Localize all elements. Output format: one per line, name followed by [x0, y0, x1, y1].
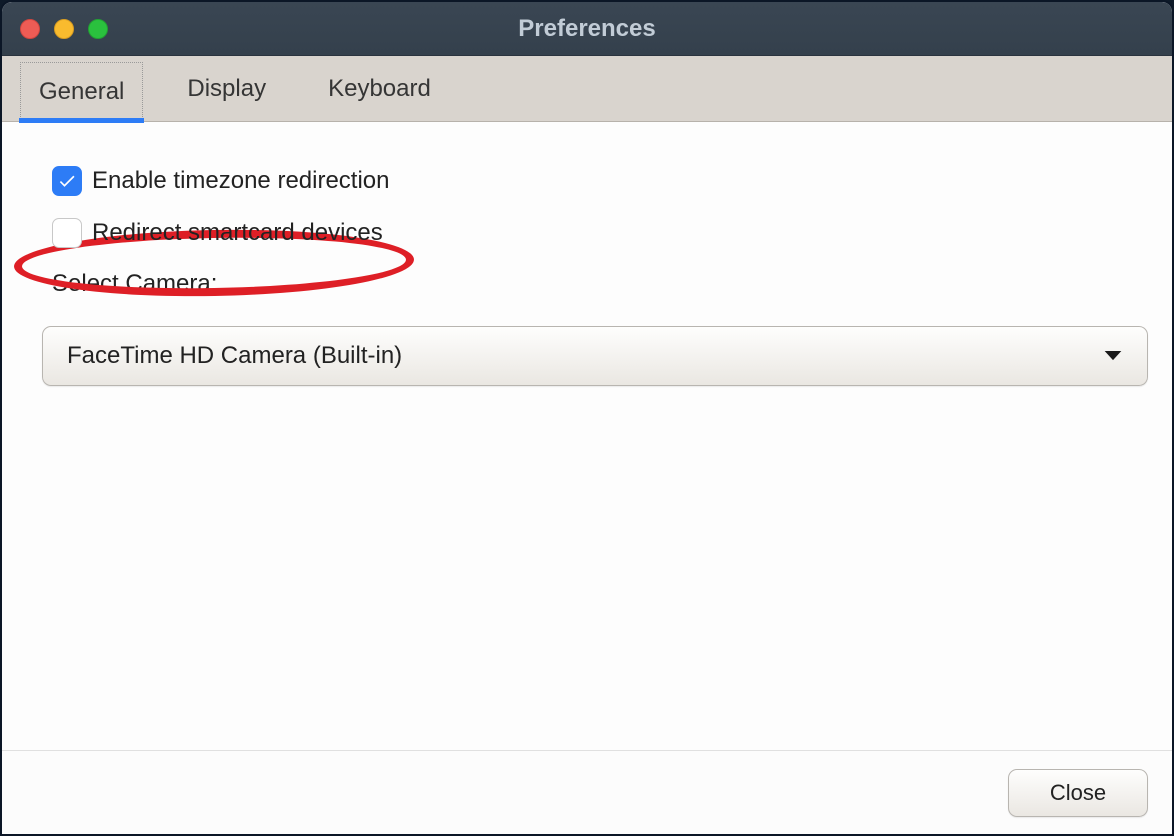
camera-dropdown[interactable]: FaceTime HD Camera (Built-in) [42, 326, 1148, 386]
tab-keyboard[interactable]: Keyboard [310, 56, 449, 121]
tab-bar: General Display Keyboard [2, 56, 1172, 122]
button-label: Close [1050, 780, 1106, 806]
tab-label: General [39, 78, 124, 106]
maximize-window-button[interactable] [88, 19, 108, 39]
option-enable-timezone-redirection[interactable]: Enable timezone redirection [52, 166, 1138, 196]
checkmark-icon [57, 171, 77, 191]
checkbox-label: Redirect smartcard devices [92, 219, 383, 247]
tab-label: Display [187, 75, 266, 103]
tab-display[interactable]: Display [169, 56, 284, 121]
dialog-footer: Close [2, 750, 1172, 834]
dropdown-selected-value: FaceTime HD Camera (Built-in) [67, 342, 402, 370]
checkbox-label: Enable timezone redirection [92, 167, 390, 195]
window-title: Preferences [2, 15, 1172, 43]
checkbox-smartcard[interactable] [52, 218, 82, 248]
checkbox-timezone[interactable] [52, 166, 82, 196]
close-button[interactable]: Close [1008, 769, 1148, 817]
tab-general[interactable]: General [20, 62, 143, 121]
chevron-down-icon [1103, 342, 1123, 370]
titlebar: Preferences [2, 2, 1172, 56]
tab-content-general: Enable timezone redirection Redirect sma… [2, 122, 1172, 750]
option-redirect-smartcard-devices[interactable]: Redirect smartcard devices [52, 218, 1138, 248]
minimize-window-button[interactable] [54, 19, 74, 39]
window-controls [2, 19, 108, 39]
tab-label: Keyboard [328, 75, 431, 103]
select-camera-label: Select Camera: [52, 270, 1138, 298]
close-window-button[interactable] [20, 19, 40, 39]
preferences-window: Preferences General Display Keyboard Ena… [0, 0, 1174, 836]
